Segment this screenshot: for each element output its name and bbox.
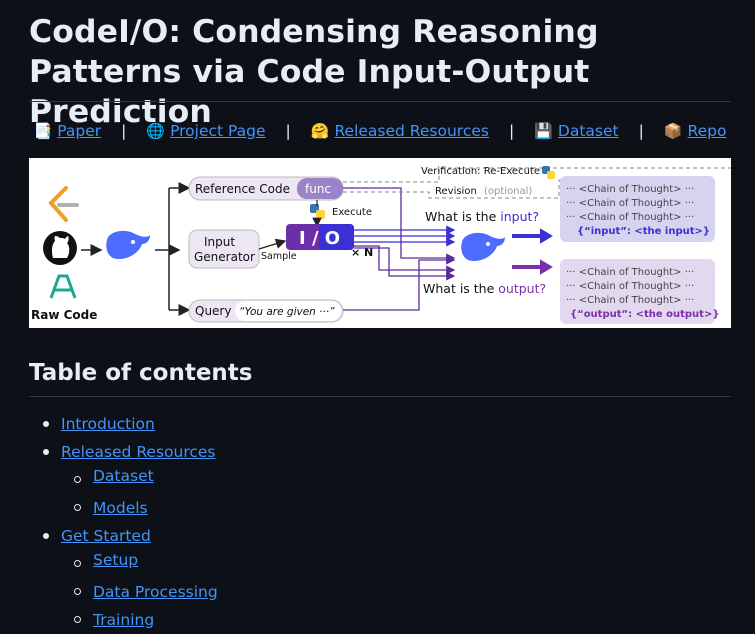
hugging-face-icon: 🤗	[310, 122, 330, 140]
output-cot-line-1: ··· <Chain of Thought> ···	[566, 267, 694, 278]
toc-link-setup[interactable]: Setup	[93, 551, 138, 569]
query-label: Query	[195, 304, 231, 318]
question-input: What is the input?	[425, 209, 539, 224]
overview-figure: Raw Code Reference Code func Input Gener…	[29, 158, 731, 328]
released-resources-link[interactable]: Released Resources	[334, 122, 489, 140]
bookmark-tabs-icon: 📑	[33, 122, 53, 140]
paper-link[interactable]: Paper	[57, 122, 101, 140]
question-input-prefix: What is the	[425, 209, 500, 224]
question-output-word: output?	[498, 281, 546, 296]
toc-subitem: Training	[29, 606, 731, 634]
floppy-disk-icon: 💾	[534, 122, 553, 140]
toc-link-introduction[interactable]: Introduction	[61, 415, 155, 433]
project-page-link[interactable]: Project Page	[170, 122, 265, 140]
question-output: What is the output?	[423, 281, 546, 296]
output-cot-line-3: ··· <Chain of Thought> ···	[566, 295, 694, 306]
dataset-link[interactable]: Dataset	[558, 122, 619, 140]
question-output-prefix: What is the	[423, 281, 498, 296]
pipeline-diagram: Raw Code Reference Code func Input Gener…	[31, 166, 731, 324]
output-cot-line-2: ··· <Chain of Thought> ···	[566, 281, 694, 292]
resource-links-bar: 📑 Paper | 🌐 Project Page | 🤗 Released Resou…	[29, 118, 731, 144]
revision-label: Revision	[435, 186, 477, 197]
leetcode-icon	[48, 186, 79, 222]
repo-link-group: 📦 Repo	[664, 122, 727, 140]
toc-link-models[interactable]: Models	[93, 499, 148, 517]
reference-code-label: Reference Code	[195, 182, 290, 196]
project-page-link-group: 🌐 Project Page	[146, 122, 265, 140]
toc-subitem: Data Processing	[29, 578, 731, 606]
dataset-link-group: 💾 Dataset	[534, 122, 618, 140]
paper-link-group: 📑 Paper	[34, 122, 102, 140]
input-cot-line-1: ··· <Chain of Thought> ···	[566, 184, 694, 195]
query-quote-label: “You are given ···”	[239, 306, 335, 318]
link-separator: |	[121, 122, 127, 140]
toc-link-training[interactable]: Training	[93, 611, 154, 629]
toc-link-dataset[interactable]: Dataset	[93, 467, 154, 485]
toc-item: Released Resources	[29, 438, 731, 466]
sample-label: Sample	[261, 251, 297, 262]
table-of-contents: Introduction Released Resources Dataset …	[29, 410, 731, 634]
toc-divider	[29, 396, 731, 397]
link-separator: |	[508, 122, 515, 140]
github-icon	[43, 231, 77, 265]
toc-link-released-resources[interactable]: Released Resources	[61, 443, 216, 461]
toc-subitem: Setup	[29, 550, 731, 570]
deepseek-whale-icon	[106, 230, 150, 260]
deepseek-whale-icon	[461, 232, 505, 262]
package-icon: 📦	[663, 122, 683, 140]
code-repo-icon	[49, 274, 77, 299]
raw-code-label: Raw Code	[31, 308, 97, 322]
python-icon	[310, 204, 325, 219]
execute-label: Execute	[332, 207, 372, 218]
input-cot-line-2: ··· <Chain of Thought> ···	[566, 198, 694, 209]
optional-label: (optional)	[484, 186, 532, 197]
toc-item: Get Started	[29, 522, 731, 550]
output-result-label: {“output”: <the output>}	[570, 309, 719, 320]
toc-link-get-started[interactable]: Get Started	[61, 527, 151, 545]
toc-subitem: Dataset	[29, 466, 731, 486]
released-resources-link-group: 🤗 Released Resources	[311, 122, 489, 140]
input-generator-label-2: Generator	[194, 250, 255, 264]
link-separator: |	[285, 122, 291, 140]
link-separator: |	[638, 122, 644, 140]
title-divider	[29, 101, 731, 102]
page-title: CodeI/O: Condensing Reasoning Patterns v…	[29, 14, 599, 130]
toc-item: Introduction	[29, 410, 731, 438]
toc-heading: Table of contents	[29, 360, 253, 386]
globe-icon: 🌐	[146, 122, 166, 140]
input-cot-line-3: ··· <Chain of Thought> ···	[566, 212, 694, 223]
repo-link[interactable]: Repo	[688, 122, 727, 140]
toc-link-data-processing[interactable]: Data Processing	[93, 583, 218, 601]
func-label: func	[305, 182, 331, 196]
question-input-word: input?	[500, 209, 539, 224]
input-generator-label-1: Input	[204, 235, 235, 249]
toc-subitem: Models	[29, 494, 731, 522]
io-label: I / O	[299, 228, 340, 249]
verification-label: Verification: Re-Execute	[421, 166, 540, 177]
input-result-label: {“input”: <the input>}	[577, 226, 710, 237]
